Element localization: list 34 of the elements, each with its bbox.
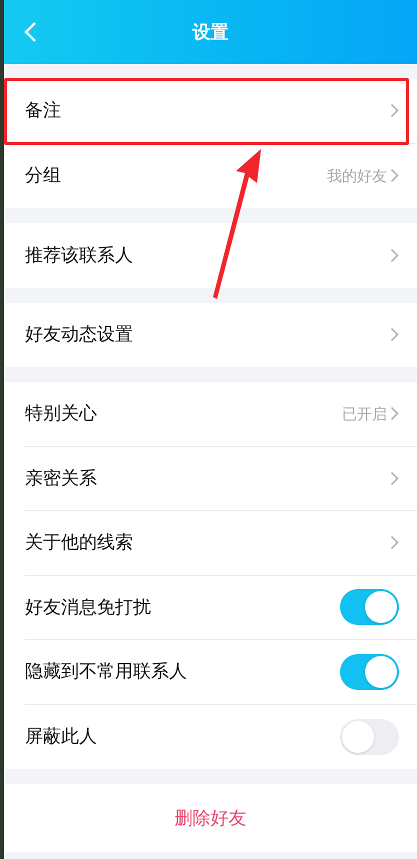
setting-label: 关于他的线索 [25,531,134,556]
setting-label: 屏蔽此人 [25,725,98,750]
setting-label: 推荐该联系人 [25,244,134,268]
delete-friend-button[interactable]: 删除好友 [4,784,417,852]
chevron-right-icon [390,248,399,263]
back-icon[interactable] [24,21,37,43]
chevron-right-icon [390,327,399,342]
settings-row[interactable]: 屏蔽此人 [4,704,417,769]
settings-row[interactable]: 推荐该联系人 [4,223,417,288]
settings-row[interactable]: 特别关心 已开启 [4,382,417,446]
chevron-right-icon [390,168,399,184]
setting-label: 好友动态设置 [25,323,134,348]
chevron-right-icon [390,103,399,118]
toggle-switch[interactable] [340,654,399,690]
setting-label: 亲密关系 [25,466,98,491]
toggle-switch[interactable] [340,589,399,626]
chevron-right-icon [390,535,399,550]
settings-row[interactable]: 好友动态设置 [4,302,417,367]
setting-value: 我的好友 [327,166,387,186]
chevron-right-icon [390,406,399,422]
chevron-right-icon [390,470,399,486]
setting-label: 分组 [25,164,62,188]
settings-row[interactable]: 隐藏到不常用联系人 [4,640,417,704]
settings-row[interactable]: 亲密关系 [4,446,417,511]
settings-row[interactable]: 好友消息免打扰 [4,576,417,640]
setting-label: 隐藏到不常用联系人 [25,660,188,684]
settings-row[interactable]: 关于他的线索 [4,511,417,576]
page-title: 设置 [192,20,228,44]
setting-label: 备注 [25,99,62,124]
setting-value: 已开启 [342,404,387,424]
setting-label: 好友消息免打扰 [25,596,152,620]
settings-row[interactable]: 分组 我的好友 [4,144,417,208]
setting-label: 特别关心 [25,402,98,426]
toggle-switch[interactable] [340,718,399,755]
